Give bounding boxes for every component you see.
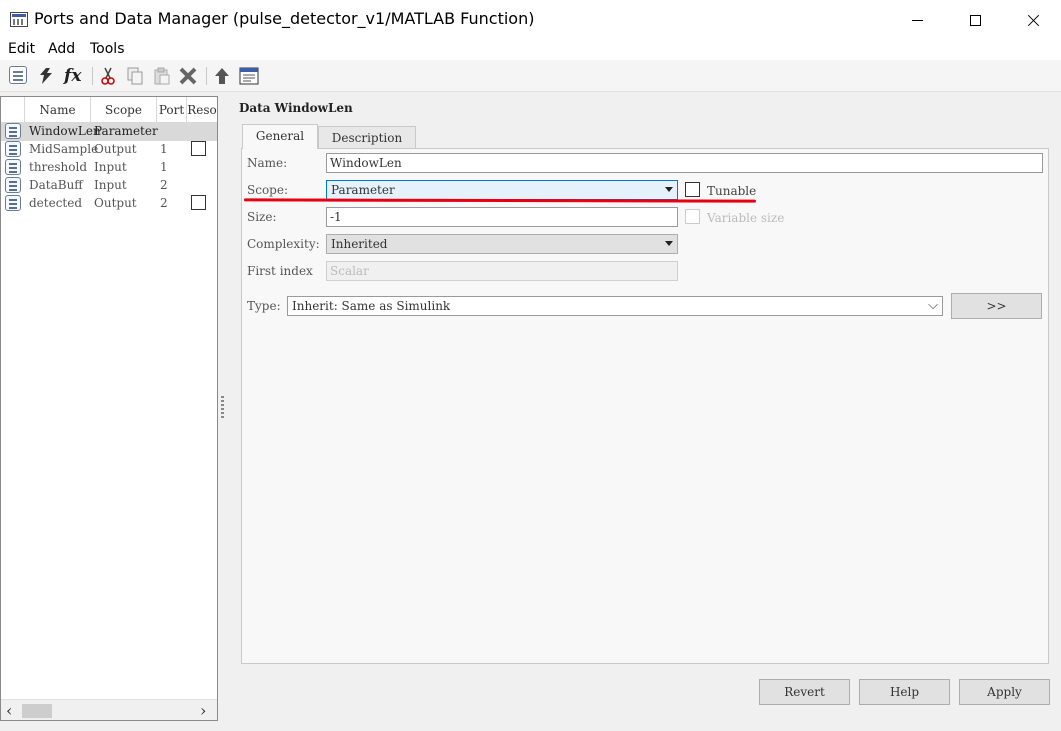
data-icon — [5, 123, 21, 139]
toolbar: fx — [0, 60, 1061, 92]
complexity-dropdown[interactable]: Inherited — [326, 234, 678, 254]
copy-icon[interactable] — [125, 66, 145, 86]
data-list-panel: Name Scope Port Reso WindowLen Parameter… — [0, 96, 218, 721]
variable-size-checkbox[interactable] — [685, 209, 700, 224]
table-row[interactable]: DataBuff Input 2 — [1, 177, 217, 195]
data-icon — [5, 159, 21, 175]
row-name: detected — [29, 196, 83, 210]
toolbar-separator — [206, 67, 207, 85]
add-event-icon[interactable] — [36, 66, 56, 86]
add-function-icon[interactable]: fx — [64, 66, 84, 86]
row-port: 2 — [160, 196, 168, 210]
grid-header: Name Scope Port Reso — [1, 97, 217, 123]
minimize-button[interactable] — [888, 0, 946, 40]
minimize-icon — [911, 19, 923, 21]
cut-icon[interactable] — [98, 66, 118, 86]
complexity-label: Complexity: — [247, 237, 320, 251]
model-explorer-icon[interactable] — [239, 66, 259, 86]
reso-checkbox[interactable] — [191, 141, 206, 156]
add-data-icon[interactable] — [9, 66, 29, 86]
column-header-scope[interactable]: Scope — [91, 97, 157, 123]
scroll-right-icon[interactable]: › — [200, 701, 206, 720]
row-scope: Parameter — [94, 124, 158, 138]
row-name: WindowLen — [29, 124, 101, 138]
row-scope: Input — [94, 178, 127, 192]
first-index-field[interactable]: Scalar — [326, 261, 678, 281]
type-label: Type: — [247, 299, 281, 313]
help-button[interactable]: Help — [859, 679, 950, 705]
menu-add[interactable]: Add — [48, 41, 75, 57]
row-port: 2 — [160, 178, 168, 192]
reso-checkbox[interactable] — [191, 195, 206, 210]
move-up-icon[interactable] — [212, 66, 232, 86]
grid-header-icon-column — [1, 97, 25, 123]
close-icon — [1027, 14, 1040, 27]
menu-bar: Edit Add Tools — [0, 40, 1061, 60]
row-name: threshold — [29, 160, 88, 174]
menu-edit[interactable]: Edit — [8, 41, 35, 57]
scroll-left-icon[interactable]: ‹ — [6, 701, 12, 720]
scope-label: Scope: — [247, 183, 288, 197]
close-button[interactable] — [1004, 0, 1061, 40]
table-row[interactable]: detected Output 2 — [1, 195, 217, 213]
data-icon — [5, 177, 21, 193]
menu-tools[interactable]: Tools — [90, 41, 125, 57]
maximize-button[interactable] — [946, 0, 1004, 40]
name-field[interactable]: WindowLen — [326, 153, 1043, 173]
first-index-label: First index — [247, 264, 313, 278]
table-row[interactable]: MidSample Output 1 — [1, 141, 217, 159]
row-port: 1 — [160, 142, 168, 156]
row-scope: Output — [94, 196, 137, 210]
data-icon — [5, 195, 21, 211]
type-dropdown[interactable]: Inherit: Same as Simulink ⌵ — [287, 296, 943, 316]
column-header-name[interactable]: Name — [25, 97, 91, 123]
maximize-icon — [969, 14, 981, 26]
chevron-down-icon — [665, 241, 673, 246]
variable-size-label: Variable size — [707, 211, 785, 225]
show-data-type-assistant-button[interactable]: >> — [951, 293, 1042, 319]
row-name: MidSample — [29, 142, 99, 156]
scope-dropdown[interactable]: Parameter — [326, 180, 678, 200]
window-title: Ports and Data Manager (pulse_detector_v… — [34, 9, 535, 28]
size-field[interactable]: -1 — [326, 207, 678, 227]
revert-button[interactable]: Revert — [759, 679, 850, 705]
tunable-label: Tunable — [707, 184, 757, 198]
tunable-checkbox[interactable] — [685, 182, 700, 197]
column-header-reso[interactable]: Reso — [187, 97, 217, 123]
tab-description[interactable]: Description — [318, 126, 416, 149]
complexity-selected-value: Inherited — [331, 237, 388, 251]
scrollbar-thumb[interactable] — [22, 704, 52, 718]
row-scope: Input — [94, 160, 127, 174]
paste-icon[interactable] — [152, 66, 172, 86]
horizontal-scrollbar[interactable]: ‹ › — [1, 699, 217, 720]
table-row[interactable]: threshold Input 1 — [1, 159, 217, 177]
size-label: Size: — [247, 210, 277, 224]
scope-selected-value: Parameter — [331, 183, 395, 197]
app-icon — [10, 12, 28, 27]
row-scope: Output — [94, 142, 137, 156]
panel-splitter[interactable] — [221, 396, 224, 418]
details-title: Data WindowLen — [239, 101, 353, 115]
apply-button[interactable]: Apply — [959, 679, 1050, 705]
row-port: 1 — [160, 160, 168, 174]
name-label: Name: — [247, 156, 288, 170]
column-header-port[interactable]: Port — [157, 97, 187, 123]
delete-icon[interactable] — [178, 66, 198, 86]
toolbar-separator — [92, 67, 93, 85]
row-name: DataBuff — [29, 178, 83, 192]
tab-general[interactable]: General — [242, 124, 318, 149]
type-selected-value: Inherit: Same as Simulink — [292, 299, 451, 313]
chevron-down-icon — [665, 187, 673, 192]
chevron-down-icon: ⌵ — [928, 298, 938, 313]
title-bar: Ports and Data Manager (pulse_detector_v… — [0, 0, 1061, 40]
table-row[interactable]: WindowLen Parameter — [1, 123, 217, 141]
data-icon — [5, 141, 21, 157]
